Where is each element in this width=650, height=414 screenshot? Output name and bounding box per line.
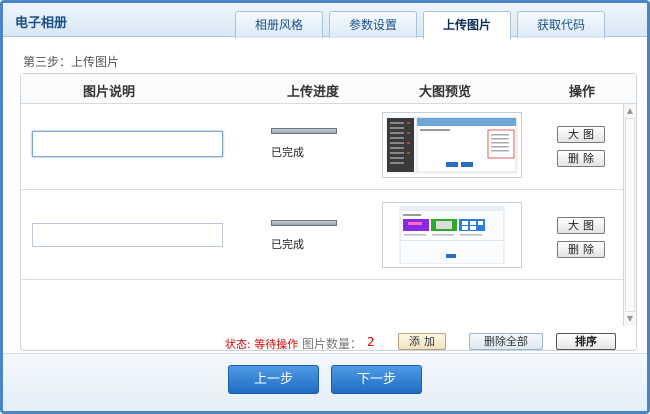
preview-thumbnail[interactable] [382,202,522,268]
title-bar: 电子相册 相册风格 参数设置 上传图片 获取代码 [3,3,647,39]
tab-parameter-settings[interactable]: 参数设置 [329,11,417,38]
footer-bar [3,353,647,411]
status-text: 状态: 等待操作 [225,338,299,351]
upload-status: 已完成 [271,146,304,159]
app-title: 电子相册 [15,16,68,31]
upload-panel: 图片说明 上传进度 大图预览 操作 已完成 大图 删除 已完成 大图 删除 ▲ … [20,73,637,351]
album-window: 电子相册 相册风格 参数设置 上传图片 获取代码 第三步：上传图片 图片说明 上… [0,0,650,414]
view-large-button[interactable]: 大图 [557,126,605,143]
delete-button[interactable]: 删除 [557,150,605,167]
image-count-value: 2 [367,335,375,349]
next-step-button[interactable]: 下一步 [331,365,422,394]
prev-step-button[interactable]: 上一步 [228,365,319,394]
tab-get-code[interactable]: 获取代码 [517,11,605,38]
view-large-button[interactable]: 大图 [557,217,605,234]
upload-progress-bar [271,128,337,134]
table-row: 已完成 大图 删除 [21,104,623,190]
header-description: 图片说明 [83,85,136,100]
header-preview: 大图预览 [419,85,472,100]
header-progress: 上传进度 [287,85,340,100]
scroll-track[interactable] [625,118,635,312]
vertical-scrollbar[interactable]: ▲ ▼ [623,104,636,326]
scroll-up-icon[interactable]: ▲ [624,104,636,118]
add-button[interactable]: 添加 [398,333,446,350]
sort-button[interactable]: 排序 [556,333,616,350]
preview-image [386,116,518,174]
preview-image [386,205,518,265]
header-actions: 操作 [569,85,596,100]
description-input[interactable] [32,223,223,247]
image-count-label: 图片数量： [302,337,363,351]
table-header: 图片说明 上传进度 大图预览 操作 [21,74,636,104]
scroll-down-icon[interactable]: ▼ [624,312,636,326]
description-input[interactable] [32,131,223,157]
delete-button[interactable]: 删除 [557,241,605,258]
tab-album-style[interactable]: 相册风格 [235,11,323,38]
step-label: 第三步：上传图片 [23,55,120,69]
upload-toolbar: 状态: 等待操作 图片数量： 2 添加 删除全部 排序 [21,330,636,352]
delete-all-button[interactable]: 删除全部 [469,333,543,350]
upload-progress-bar [271,220,337,226]
upload-status: 已完成 [271,238,304,251]
tab-upload-images[interactable]: 上传图片 [423,11,511,39]
preview-thumbnail[interactable] [382,112,522,178]
table-row: 已完成 大图 删除 [21,190,623,280]
